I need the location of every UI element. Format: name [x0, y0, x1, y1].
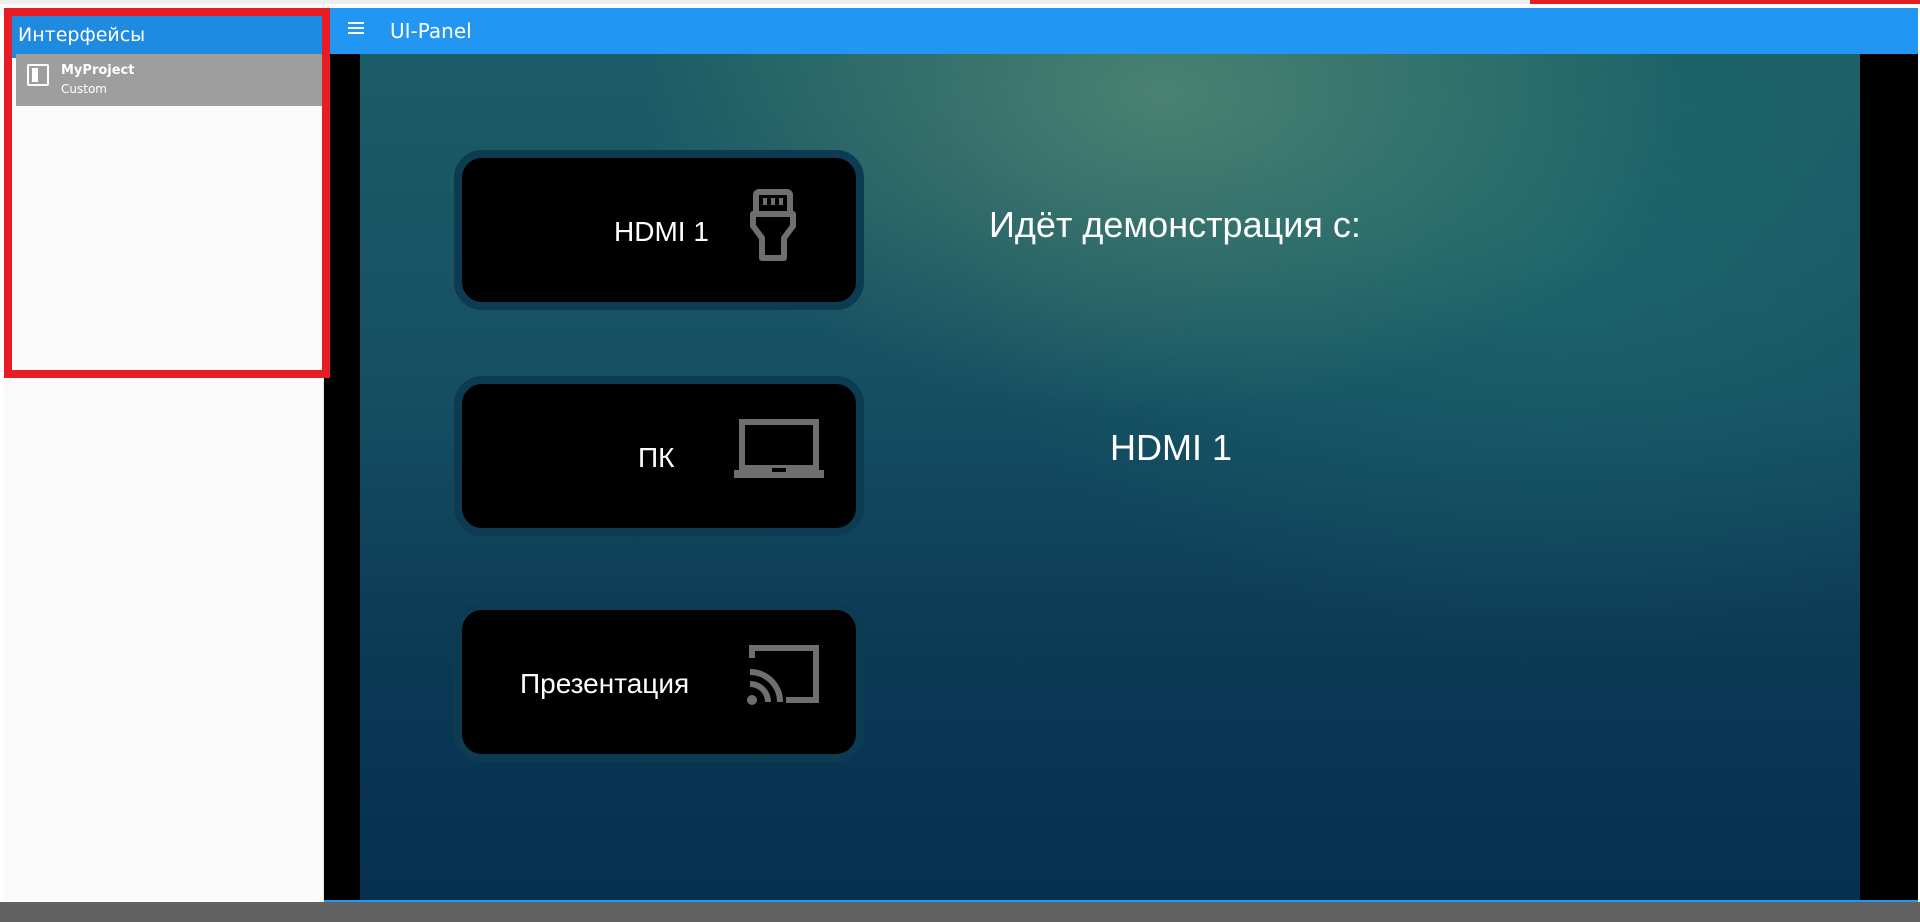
sidebar-item-title: MyProject [61, 63, 135, 78]
bottom-bar [0, 902, 1920, 922]
sidebar-item-subtitle: Custom [61, 82, 107, 96]
presentation-button-label: Презентация [520, 668, 690, 699]
panel-icon [27, 64, 49, 86]
status-title: Идёт демонстрация с: [989, 204, 1361, 245]
content-area: HDMI 1 ПК Презентация Идёт демонстрация … [324, 54, 1918, 900]
sidebar-header: Интерфейсы [4, 12, 324, 58]
laptop-icon [734, 419, 824, 478]
hdmi1-button-label: HDMI 1 [614, 216, 709, 247]
control-panel: HDMI 1 ПК Презентация Идёт демонстрация … [360, 54, 1860, 900]
top-accent-line [1530, 0, 1920, 4]
presentation-source-button[interactable]: Презентация [454, 602, 864, 762]
status-value: HDMI 1 [1110, 427, 1233, 468]
app-window: Интерфейсы MyProject Custom UI-Panel HDM… [0, 0, 1920, 922]
hdmi-connector-icon [750, 189, 796, 261]
cast-icon [747, 645, 819, 705]
pc-source-button[interactable]: ПК [454, 376, 864, 536]
hdmi1-source-button[interactable]: HDMI 1 [454, 150, 864, 310]
sidebar-item-myproject[interactable]: MyProject Custom [16, 54, 326, 106]
app-title: UI-Panel [390, 19, 472, 43]
sidebar: Интерфейсы MyProject Custom [4, 4, 326, 900]
pc-button-label: ПК [638, 442, 675, 473]
hamburger-menu-icon[interactable] [348, 20, 366, 36]
app-bar: UI-Panel [324, 8, 1918, 54]
